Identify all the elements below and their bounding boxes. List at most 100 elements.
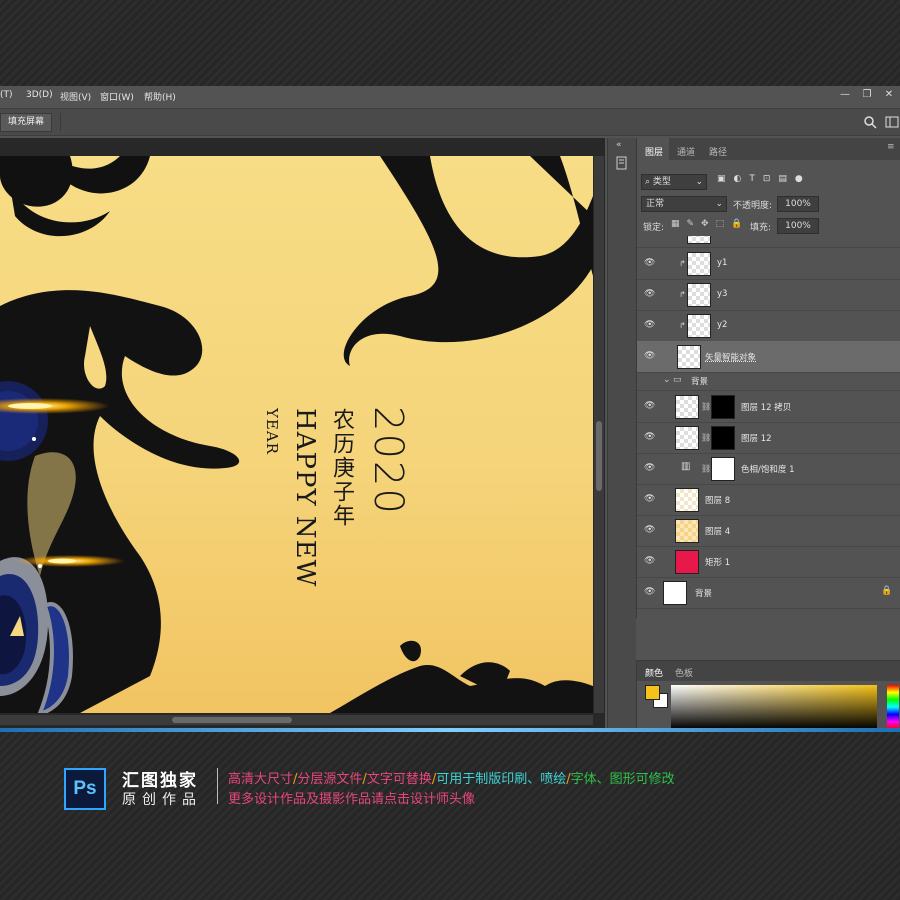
bottom-backdrop	[0, 730, 900, 900]
feature-segment: 高清大尺寸	[228, 772, 294, 787]
feature-segment: 分层源文件	[297, 772, 363, 787]
brand-subtitle: 原创作品	[122, 792, 202, 808]
eye-icon[interactable]: 👁	[644, 289, 656, 299]
tab-layers[interactable]: 图层	[645, 145, 663, 158]
eye-icon[interactable]: 👁	[644, 258, 656, 268]
filter-kind-value: 类型	[652, 177, 671, 187]
eye-icon[interactable]: 👁	[644, 401, 656, 411]
feature-segment: 可用于制版印刷、喷绘	[436, 772, 567, 787]
horizontal-scrollbar[interactable]	[0, 715, 593, 725]
lock-label: 锁定:	[643, 223, 665, 233]
layer-row[interactable]: 👁 图层 4	[637, 515, 900, 547]
blend-mode-select[interactable]: 正常 ⌄	[641, 196, 727, 212]
chain-link-icon[interactable]: ⛓	[701, 402, 711, 411]
layer-row[interactable]: 👁 ↱ y1	[637, 248, 900, 280]
lock-icons[interactable]: ▦✎✥⬚🔒	[671, 219, 749, 229]
eye-icon[interactable]: 👁	[644, 587, 656, 597]
foreground-swatch[interactable]	[645, 685, 660, 700]
opacity-label: 不透明度:	[733, 201, 773, 211]
restore-icon[interactable]: ❐	[860, 88, 874, 102]
layer-thumbnail	[687, 236, 711, 244]
vertical-scroll-thumb[interactable]	[596, 421, 602, 491]
photoshop-window: (T) 3D(D) 视图(V) 窗口(W) 帮助(H) — ❐ ✕ 填充屏幕 2…	[0, 86, 900, 729]
history-icon[interactable]	[615, 156, 629, 170]
menu-bar: (T) 3D(D) 视图(V) 窗口(W) 帮助(H) — ❐ ✕	[0, 86, 900, 106]
opacity-input[interactable]: 100%	[777, 196, 819, 212]
eye-icon[interactable]: 👁	[644, 556, 656, 566]
layer-row-selected[interactable]: 👁 矢量智能对象	[637, 341, 900, 373]
color-field[interactable]	[671, 685, 877, 729]
filter-icons[interactable]: ▣◐T⊡▤●	[717, 174, 811, 184]
tab-paths[interactable]: 路径	[709, 145, 727, 158]
layer-name: 色相/饱和度 1	[741, 465, 795, 475]
horizontal-scroll-thumb[interactable]	[172, 717, 292, 723]
layer-group-row[interactable]: ⌄ ▭ 背景	[637, 372, 900, 391]
layer-thumbnail	[687, 252, 711, 276]
layer-name: 图层 12 拷贝	[741, 403, 792, 413]
eye-icon[interactable]: 👁	[644, 494, 656, 504]
layer-name: 图层 8	[705, 496, 731, 506]
chain-link-icon[interactable]: ⛓	[701, 433, 711, 442]
folder-icon: ▭	[673, 375, 682, 385]
menu-item-window[interactable]: 窗口(W)	[100, 90, 134, 103]
minimize-icon[interactable]: —	[838, 88, 852, 102]
layers-panel: 图层 通道 路径 ≡ ⌕ 类型 ⌄ ▣◐T⊡▤● 正常 ⌄ 不透明度: 100%…	[636, 138, 900, 705]
collapse-icon[interactable]: «	[616, 140, 622, 150]
layer-row[interactable]: 👁 矩形 1	[637, 546, 900, 578]
fill-input[interactable]: 100%	[777, 218, 819, 234]
layer-row[interactable]: 👁 图层 8	[637, 484, 900, 516]
clip-arrow-icon: ↱	[679, 259, 686, 268]
more-works-line: 更多设计作品及摄影作品请点击设计师头像	[228, 792, 476, 807]
layer-mask-thumbnail	[711, 457, 735, 481]
fill-label: 填充:	[750, 223, 772, 233]
layer-row[interactable]: 👁 ⛓ 图层 12 拷贝	[637, 391, 900, 423]
layer-thumbnail	[675, 426, 699, 450]
tab-swatches[interactable]: 色板	[675, 666, 693, 679]
divider	[217, 768, 218, 804]
layer-list[interactable]: 👁 ↱ y1 👁 ↱ y3 👁 ↱ y2 👁 矢量智能对象 ⌄ ▭ 背景 👁 ⛓…	[637, 236, 900, 684]
eye-icon[interactable]: 👁	[644, 463, 656, 473]
search-icon: ⌕	[645, 177, 651, 187]
photoshop-logo: Ps	[64, 768, 106, 810]
menu-item-partial[interactable]: (T)	[0, 90, 13, 100]
chevron-down-icon[interactable]: ⌄	[663, 375, 671, 385]
layer-row[interactable]	[637, 236, 900, 248]
layer-thumbnail	[675, 519, 699, 543]
tab-color[interactable]: 颜色	[645, 666, 663, 679]
filter-kind-select[interactable]: ⌕ 类型 ⌄	[641, 174, 707, 190]
layer-name: 图层 4	[705, 527, 731, 537]
clip-arrow-icon: ↱	[679, 321, 686, 330]
layer-row[interactable]: 👁 背景 🔒	[637, 577, 900, 609]
fill-screen-button[interactable]: 填充屏幕	[0, 113, 52, 132]
close-icon[interactable]: ✕	[882, 88, 896, 102]
canvas-area[interactable]: 2020 农历庚子年 HAPPY NEW YEAR	[0, 138, 605, 728]
layer-row[interactable]: 👁 ⛓ 图层 12	[637, 422, 900, 454]
layer-mask-thumbnail	[711, 395, 735, 419]
layer-name: 图层 12	[741, 434, 772, 444]
hue-slider[interactable]	[887, 685, 899, 729]
layer-thumbnail	[675, 488, 699, 512]
eye-icon[interactable]: 👁	[644, 320, 656, 330]
panel-menu-icon[interactable]: ≡	[887, 142, 895, 152]
clip-arrow-icon: ↱	[679, 290, 686, 299]
layer-row[interactable]: 👁 ▥ ⛓ 色相/饱和度 1	[637, 453, 900, 485]
chain-link-icon[interactable]: ⛓	[701, 464, 711, 473]
vertical-scrollbar[interactable]	[594, 156, 604, 713]
menu-item-view[interactable]: 视图(V)	[60, 90, 91, 103]
layer-name: y3	[717, 289, 728, 299]
eye-icon[interactable]: 👁	[644, 351, 656, 361]
group-name: 背景	[691, 377, 709, 387]
eye-icon[interactable]: 👁	[644, 525, 656, 535]
layer-mask-thumbnail	[711, 426, 735, 450]
artboard[interactable]: 2020 农历庚子年 HAPPY NEW YEAR	[0, 156, 593, 713]
tab-channels[interactable]: 通道	[677, 145, 695, 158]
layer-row[interactable]: 👁 ↱ y3	[637, 279, 900, 311]
layer-row[interactable]: 👁 ↱ y2	[637, 310, 900, 342]
layer-thumbnail	[663, 581, 687, 605]
menu-item-3d[interactable]: 3D(D)	[26, 90, 53, 100]
brand-title: 汇图独家	[122, 771, 198, 791]
menu-item-help[interactable]: 帮助(H)	[144, 90, 176, 103]
workspace-icon[interactable]	[885, 115, 899, 129]
eye-icon[interactable]: 👁	[644, 432, 656, 442]
search-icon[interactable]	[863, 115, 877, 129]
